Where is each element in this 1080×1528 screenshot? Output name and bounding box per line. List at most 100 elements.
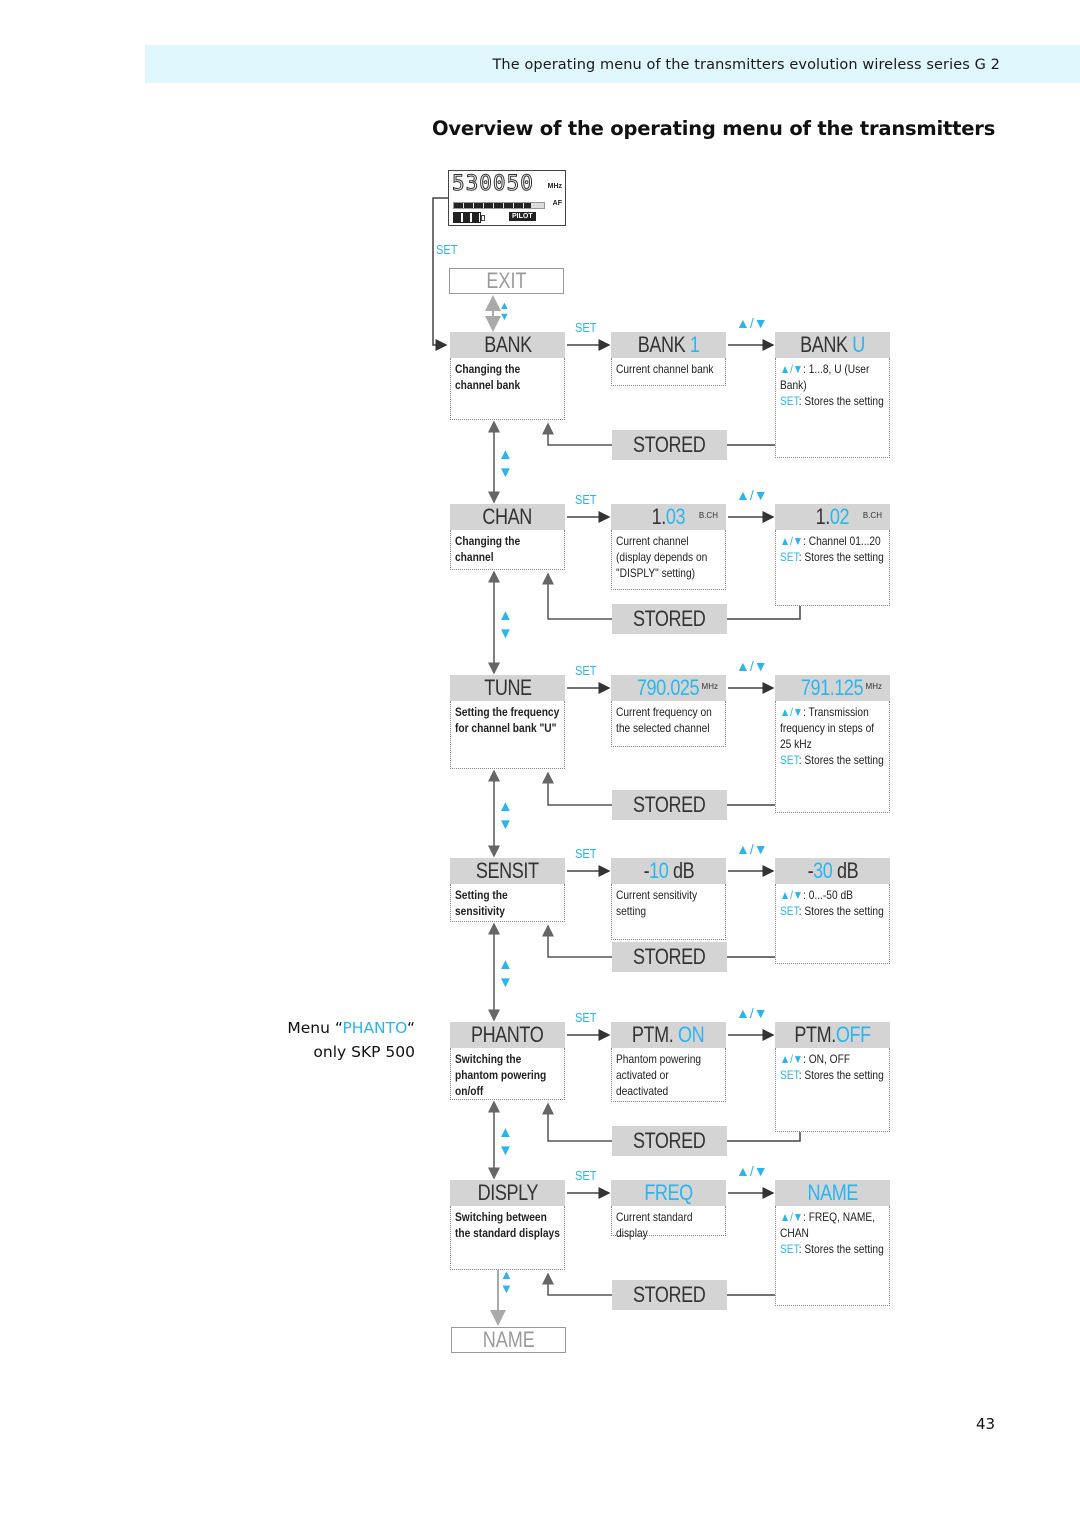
edit-value-display: -30 dB [775, 858, 890, 884]
stored-label: STORED [633, 606, 706, 631]
stored-label: STORED [633, 792, 706, 817]
stored-confirmation: STORED [612, 942, 727, 972]
current-value-display: PTM. ON [611, 1022, 726, 1048]
menu-description-text: Setting the frequency for channel bank "… [455, 705, 560, 735]
set-label: SET [780, 394, 799, 408]
edit-value-highlight: OFF [835, 1022, 871, 1047]
menu-description: Changing the channel [450, 530, 565, 570]
set-label: SET [780, 1242, 799, 1256]
connector-arrow [542, 1102, 612, 1142]
current-value-description: Current frequency on the selected channe… [611, 701, 726, 747]
menu-description: Changing the channel bank [450, 358, 565, 420]
edit-value-highlight: U [847, 332, 865, 357]
edit-value-main: BANK [800, 332, 848, 357]
edit-set-text: : Stores the setting [798, 904, 884, 918]
menu-item-sensit[interactable]: SENSIT [450, 858, 565, 884]
edit-value-display: PTM.OFF [775, 1022, 890, 1048]
current-value-description-text: Current channel (display depends on "DIS… [616, 534, 708, 580]
current-value-highlight: 10 [648, 858, 669, 883]
menu-description: Switching between the standard displays [450, 1206, 565, 1270]
stored-confirmation: STORED [612, 1126, 727, 1156]
edit-value-description: ▲/▼: ON, OFF SET: Stores the setting [775, 1048, 890, 1132]
phanto-side-note: Menu “PHANTO“ only SKP 500 [287, 1019, 415, 1061]
menu-item-disply[interactable]: DISPLY [450, 1180, 565, 1206]
menu-description-text: Changing the channel bank [455, 362, 521, 392]
edit-value-description: ▲/▼: Transmission frequency in steps of … [775, 701, 890, 813]
current-value-display: 790.025 MHz [611, 675, 726, 701]
edit-range-text: : Channel 01...20 [803, 534, 881, 548]
edit-value-display: 1.02 B.CH [775, 504, 890, 530]
edit-value-suffix: dB [832, 858, 859, 883]
current-value-highlight: 03 [665, 504, 686, 529]
edit-value-main: 1. [815, 504, 831, 529]
current-value-main: PTM. [632, 1022, 679, 1047]
connector-arrow [542, 422, 612, 446]
stored-label: STORED [633, 1128, 706, 1153]
current-value-description: Current sensitivity setting [611, 884, 726, 940]
current-value-description-text: Current channel bank [616, 362, 714, 376]
edit-value-display: 791.125 MHz [775, 675, 890, 701]
edit-value-unit: MHz [865, 682, 882, 691]
connector-arrow [542, 1272, 612, 1296]
current-value-display: FREQ [611, 1180, 726, 1206]
current-value-description-text: Phantom powering activated or deactivate… [616, 1052, 702, 1098]
edit-value-main: - [807, 858, 813, 883]
current-value-display: BANK 1 [611, 332, 726, 358]
connector-arrow [542, 771, 612, 806]
exit-menu-item: EXIT [449, 268, 564, 294]
stored-confirmation: STORED [612, 790, 727, 820]
updown-arrows-icon: ▲ ▼ [498, 606, 513, 642]
connector-arrow [542, 572, 612, 620]
edit-value-display: NAME [775, 1180, 890, 1206]
updown-arrows-icon: ▲/▼ [736, 315, 768, 331]
menu-item-label: DISPLY [477, 1180, 538, 1205]
menu-item-label: CHAN [482, 504, 533, 529]
set-label-lcd: SET [436, 242, 458, 257]
set-label: SET [780, 753, 799, 767]
updown-arrows-icon: ▲ ▼ [499, 300, 510, 323]
edit-range-text: : 0...-50 dB [803, 888, 853, 902]
updown-arrows-icon: ▲ ▼ [498, 1124, 513, 1159]
current-value-main: - [643, 858, 649, 883]
menu-item-tune[interactable]: TUNE [450, 675, 565, 701]
updown-arrows-icon: ▲/▼ [780, 1052, 804, 1066]
menu-description: Setting the frequency for channel bank "… [450, 701, 565, 769]
current-value-description: Current standard display [611, 1206, 726, 1240]
current-value-unit: MHz [701, 682, 718, 691]
edit-set-text: : Stores the setting [798, 550, 884, 564]
menu-description: Setting the sensitivity [450, 884, 565, 922]
menu-item-bank[interactable]: BANK [450, 332, 565, 358]
edit-value-highlight: 791.125 [801, 675, 864, 700]
set-label: SET [780, 904, 799, 918]
current-value-main: BANK [637, 332, 686, 357]
updown-arrows-icon: ▲/▼ [780, 888, 804, 902]
menu-item-phanto[interactable]: PHANTO [450, 1022, 565, 1048]
current-value-suffix: dB [668, 858, 695, 883]
menu-description-text: Switching the phantom powering on/off [455, 1052, 547, 1098]
edit-set-text: : Stores the setting [798, 1242, 884, 1256]
updown-arrows-icon: ▲/▼ [736, 841, 768, 857]
edit-value-description: ▲/▼: Channel 01...20 SET: Stores the sett… [775, 530, 890, 606]
updown-arrows-icon: ▲ ▼ [498, 797, 513, 833]
edit-value-description: ▲/▼: 1...8, U (User Bank) SET: Stores the… [775, 358, 890, 458]
current-value-main: 1. [651, 504, 667, 529]
updown-arrows-icon: ▲ ▼ [500, 1267, 513, 1296]
current-value-description-text: Current standard display [616, 1210, 693, 1240]
updown-arrows-icon: ▲/▼ [780, 362, 804, 376]
edit-set-text: : Stores the setting [798, 1068, 884, 1082]
stored-confirmation: STORED [612, 430, 727, 460]
page-number: 43 [976, 1415, 996, 1433]
updown-arrows-icon: ▲/▼ [780, 1210, 804, 1224]
menu-item-chan[interactable]: CHAN [450, 504, 565, 530]
menu-item-label: PHANTO [471, 1022, 544, 1047]
lcd-to-bank-arrow [432, 197, 448, 351]
connector-arrow [727, 606, 801, 620]
current-value-description: Current channel (display depends on "DIS… [611, 530, 726, 590]
edit-set-text: : Stores the setting [798, 753, 884, 767]
current-value-description: Current channel bank [611, 358, 726, 386]
set-label: SET [575, 320, 597, 335]
menu-item-label: TUNE [483, 675, 532, 700]
set-label: SET [575, 1168, 597, 1183]
current-value-highlight: 790.025 [637, 675, 700, 700]
menu-description: Switching the phantom powering on/off [450, 1048, 565, 1100]
